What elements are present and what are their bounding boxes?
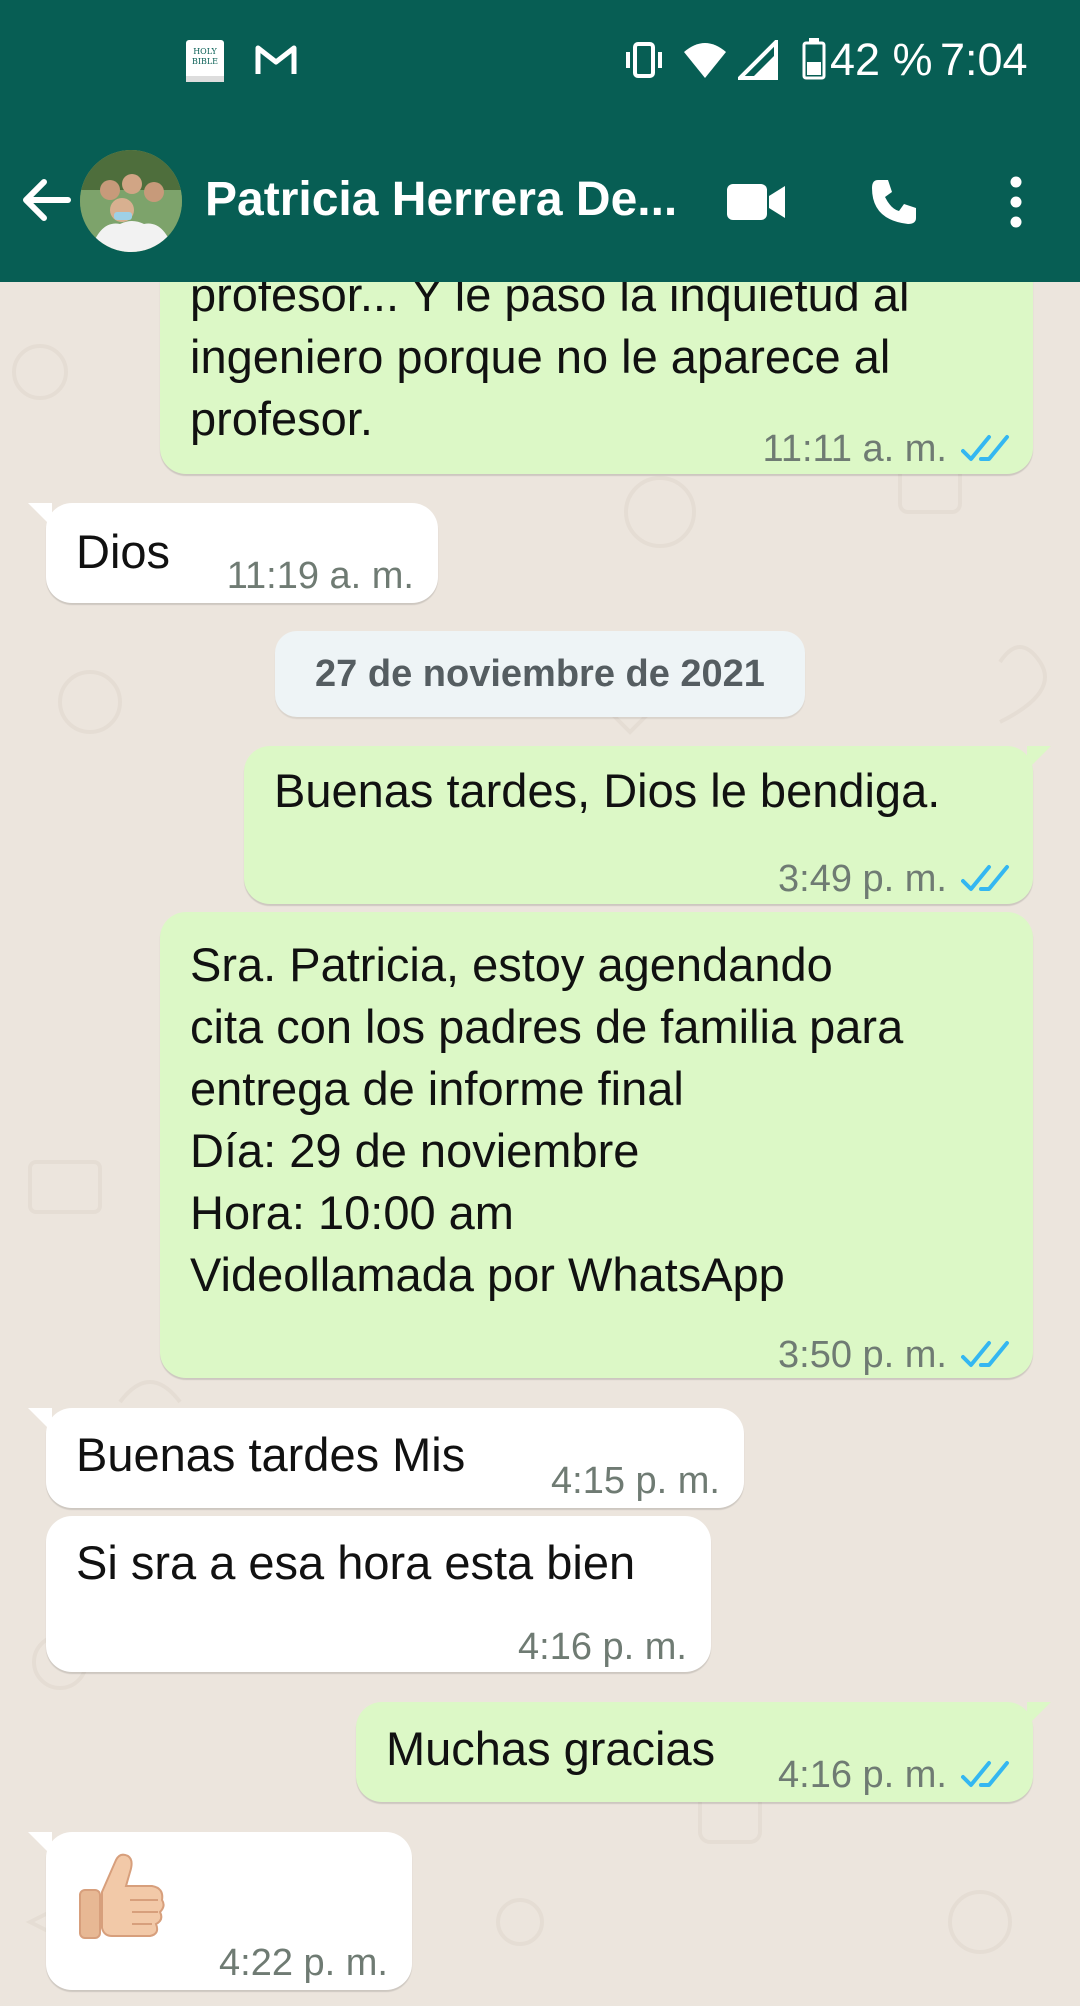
message-bubble-incoming[interactable]: Buenas tardes Mis 4:15 p. m. [28,1408,744,1508]
message-meta: 11:19 a. m. [227,545,414,607]
message-time: 4:16 p. m. [518,1626,687,1668]
message-meta: 3:50 p. m. [778,1324,1011,1386]
message-bubble-incoming[interactable]: Dios 11:19 a. m. [28,503,438,603]
message-meta: 4:15 p. m. [551,1450,720,1512]
date-separator: 27 de noviembre de 2021 [275,631,805,717]
vibrate-icon [622,40,666,85]
message-text: Si sra a esa hora esta bien [76,1536,636,1589]
message-text: Muchas gracias [386,1722,716,1775]
message-time: 11:19 a. m. [226,555,414,597]
read-receipt-icon [961,1761,1009,1787]
svg-text:HOLY: HOLY [193,47,217,56]
gmail-icon [254,42,298,83]
bubble-tail [1027,746,1051,770]
video-call-icon[interactable] [725,182,787,227]
contact-name[interactable]: Patricia Herrera De... [205,172,695,227]
message-time: 11:11 a. m. [762,428,947,470]
signal-icon [735,37,778,85]
message-bubble-outgoing[interactable]: Sra. Patricia, estoy agendando cita con … [160,912,1033,1378]
wifi-icon [682,40,728,85]
read-receipt-icon [961,435,1009,461]
message-bubble-incoming[interactable]: Si sra a esa hora esta bien 4:16 p. m. [46,1516,711,1672]
message-bubble-outgoing[interactable]: Buenas tardes, Dios le bendiga. 3:49 p. … [244,746,1051,904]
message-text: Buenas tardes Mis [76,1428,466,1481]
clock: 7:04 [940,34,1028,85]
message-time: 4:16 p. m. [778,1754,947,1796]
message-time: 3:50 p. m. [778,1334,947,1376]
bible-app-icon: HOLY BIBLE [184,38,228,89]
bubble-tail [28,1408,52,1432]
message-bubble-outgoing[interactable]: profesor... Y le paso la inquietud al in… [160,282,1033,474]
read-receipt-icon [961,865,1009,891]
bubble-tail [28,1832,52,1856]
more-options-icon[interactable] [1006,176,1026,233]
status-bar: HOLY BIBLE 42 % 7:04 [0,0,1080,120]
svg-text:BIBLE: BIBLE [192,57,218,66]
contact-avatar[interactable] [80,150,182,252]
message-time: 4:22 p. m. [219,1942,388,1984]
message-text: Sra. Patricia, estoy agendando cita con … [190,938,904,1301]
bubble-tail [28,503,52,527]
message-text: Buenas tardes, Dios le bendiga. [274,764,941,817]
back-arrow-icon[interactable] [18,172,74,228]
bubble-tail [1027,1702,1051,1726]
battery-icon [802,38,826,85]
chat-area[interactable]: profesor... Y le paso la inquietud al in… [0,282,1080,2006]
read-receipt-icon [961,1341,1009,1367]
message-bubble-incoming[interactable]: 4:22 p. m. [28,1832,412,1990]
thumbs-up-emoji [72,1848,172,1948]
message-meta: 4:16 p. m. [518,1616,687,1678]
chat-app-bar: Patricia Herrera De... [0,120,1080,282]
message-text: Dios [76,525,171,578]
message-meta: 3:49 p. m. [778,848,1011,910]
battery-percent: 42 % [830,34,933,85]
message-meta: 11:11 a. m. [763,418,1011,480]
message-time: 3:49 p. m. [778,858,947,900]
voice-call-icon[interactable] [868,176,920,233]
message-bubble-outgoing[interactable]: Muchas gracias 4:16 p. m. [356,1702,1051,1802]
top-header: HOLY BIBLE 42 % 7:04 Patricia Herrera De… [0,0,1080,282]
message-time: 4:15 p. m. [551,1460,720,1502]
message-meta: 4:16 p. m. [778,1744,1011,1806]
message-meta: 4:22 p. m. [219,1932,388,1994]
